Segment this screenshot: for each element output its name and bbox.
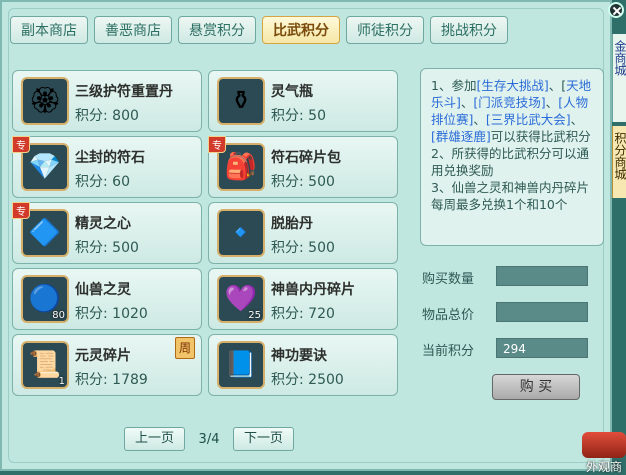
spirit-bottle-icon: ⚱	[217, 77, 265, 125]
item-card[interactable]: ⚱ 灵气瓶 积分: 50	[208, 70, 398, 132]
prev-page-button[interactable]: 上一页	[124, 427, 186, 451]
appearance-shop-button[interactable]: 外观商	[582, 432, 626, 474]
item-card[interactable]: 📜 1 周 元灵碎片 积分: 1789	[12, 334, 202, 396]
tab-arena-points[interactable]: 比武积分	[262, 16, 340, 44]
points-mall-tab[interactable]: 积分商城	[612, 126, 626, 198]
tab-bounty-points[interactable]: 悬赏积分	[178, 16, 256, 44]
rules-line-2: 2、所获得的比武积分可以通用兑换奖励	[431, 146, 589, 178]
buy-button[interactable]: 购 买	[492, 374, 580, 400]
item-points: 积分: 1789	[75, 372, 148, 388]
page-indicator: 3/4	[198, 431, 220, 447]
item-card[interactable]: 💜 25 神兽内丹碎片 积分: 720	[208, 268, 398, 330]
exclusive-tag: 专	[208, 136, 226, 153]
item-name: 精灵之心	[75, 216, 131, 232]
item-card[interactable]: 💎 专 尘封的符石 积分: 60	[12, 136, 202, 198]
points-shop-panel: 副本商店 善恶商店 悬赏积分 比武积分 师徒积分 挑战积分 🏵 三级护符重置丹 …	[0, 0, 624, 471]
item-points: 积分: 500	[75, 240, 139, 256]
rules-panel: 1、参加[生存大挑战]、[天地乐斗]、[门派竞技场]、[人物排位赛]、[三界比武…	[420, 68, 604, 246]
rules-sep: 、	[473, 112, 486, 127]
purchase-qty-row: 购买数量	[422, 266, 602, 288]
item-card[interactable]: 🎒 专 符石碎片包 积分: 500	[208, 136, 398, 198]
item-card[interactable]: 🏵 三级护符重置丹 积分: 800	[12, 70, 202, 132]
total-price-field	[496, 302, 588, 322]
item-points: 积分: 500	[271, 174, 335, 190]
item-name: 三级护符重置丹	[75, 84, 173, 100]
yuanling-fragment-icon: 📜 1	[21, 341, 69, 389]
immortal-beast-spirit-icon: 🔵 80	[21, 275, 69, 323]
gold-mall-label: 金商城	[613, 40, 626, 76]
exclusive-tag: 专	[12, 202, 30, 219]
item-quantity: 1	[58, 376, 65, 387]
divine-beast-core-fragment-icon: 💜 25	[217, 275, 265, 323]
rules-link-qunxiong: [群雄逐鹿]	[431, 129, 491, 144]
rules-line-1-suffix: 可以获得比武积分	[490, 129, 591, 144]
rules-line-1-prefix: 1、参加	[431, 78, 477, 93]
rules-line-3: 3、仙兽之灵和神兽内丹碎片每周最多兑换1个和10个	[431, 180, 589, 212]
item-name: 元灵碎片	[75, 348, 131, 364]
item-quantity: 25	[248, 310, 261, 321]
item-points: 积分: 500	[271, 240, 335, 256]
rules-sep: 、	[460, 95, 474, 110]
item-points: 积分: 1020	[75, 306, 148, 322]
item-card[interactable]: 🔵 80 仙兽之灵 积分: 1020	[12, 268, 202, 330]
item-points: 积分: 720	[271, 306, 335, 322]
rules-link-sect-arena: [门派竞技场]	[473, 95, 546, 110]
appearance-shop-label: 外观商	[585, 460, 622, 474]
rebirth-pill-icon: 🔹	[217, 209, 265, 257]
total-price-label: 物品总价	[422, 308, 475, 323]
tab-mentor-points[interactable]: 师徒积分	[346, 16, 424, 44]
points-mall-label: 积分商城	[613, 132, 626, 180]
item-points: 积分: 2500	[271, 372, 344, 388]
tab-challenge-points[interactable]: 挑战积分	[430, 16, 508, 44]
tab-dungeon-shop[interactable]: 副本商店	[10, 16, 88, 44]
skill-manual-icon: 📘	[217, 341, 265, 389]
item-name: 神功要诀	[271, 348, 327, 364]
rules-sep: 、	[570, 112, 584, 127]
total-price-row: 物品总价	[422, 302, 602, 324]
amulet-pill-icon: 🏵	[21, 77, 69, 125]
item-card[interactable]: 📘 神功要诀 积分: 2500	[208, 334, 398, 396]
item-points: 积分: 50	[271, 108, 326, 124]
item-name: 尘封的符石	[75, 150, 145, 166]
rules-sep: 、[	[548, 78, 567, 93]
next-page-button[interactable]: 下一页	[233, 427, 295, 451]
item-name: 神兽内丹碎片	[271, 282, 355, 298]
rules-link-sanjie: [三界比武大会]	[485, 112, 571, 127]
purchase-qty-label: 购买数量	[422, 272, 475, 287]
gold-mall-tab[interactable]: 金商城	[612, 34, 626, 122]
tab-karma-shop[interactable]: 善恶商店	[94, 16, 172, 44]
purchase-qty-field[interactable]	[496, 266, 588, 286]
close-icon[interactable]	[608, 2, 624, 18]
exclusive-tag: 专	[12, 136, 30, 153]
current-points-row: 当前积分 294	[422, 338, 602, 360]
item-name: 符石碎片包	[271, 150, 341, 166]
shop-tabs: 副本商店 善恶商店 悬赏积分 比武积分 师徒积分 挑战积分	[10, 16, 508, 46]
weekly-badge: 周	[175, 337, 195, 359]
item-card[interactable]: 🔷 专 精灵之心 积分: 500	[12, 202, 202, 264]
item-name: 仙兽之灵	[75, 282, 131, 298]
item-quantity: 80	[52, 310, 65, 321]
item-points: 积分: 60	[75, 174, 130, 190]
appearance-shop-icon	[582, 432, 626, 458]
item-grid: 🏵 三级护符重置丹 积分: 800 ⚱ 灵气瓶 积分: 50 💎 专 尘封的符石…	[12, 70, 402, 396]
item-card[interactable]: 🔹 脱胎丹 积分: 500	[208, 202, 398, 264]
current-points-field: 294	[496, 338, 588, 358]
pagination: 上一页 3/4 下一页	[124, 427, 295, 451]
current-points-label: 当前积分	[422, 344, 475, 359]
rules-sep: 、	[545, 95, 559, 110]
rules-link-survival: [生存大挑战]	[476, 78, 549, 93]
item-points: 积分: 800	[75, 108, 139, 124]
item-name: 脱胎丹	[271, 216, 313, 232]
item-name: 灵气瓶	[271, 84, 313, 100]
